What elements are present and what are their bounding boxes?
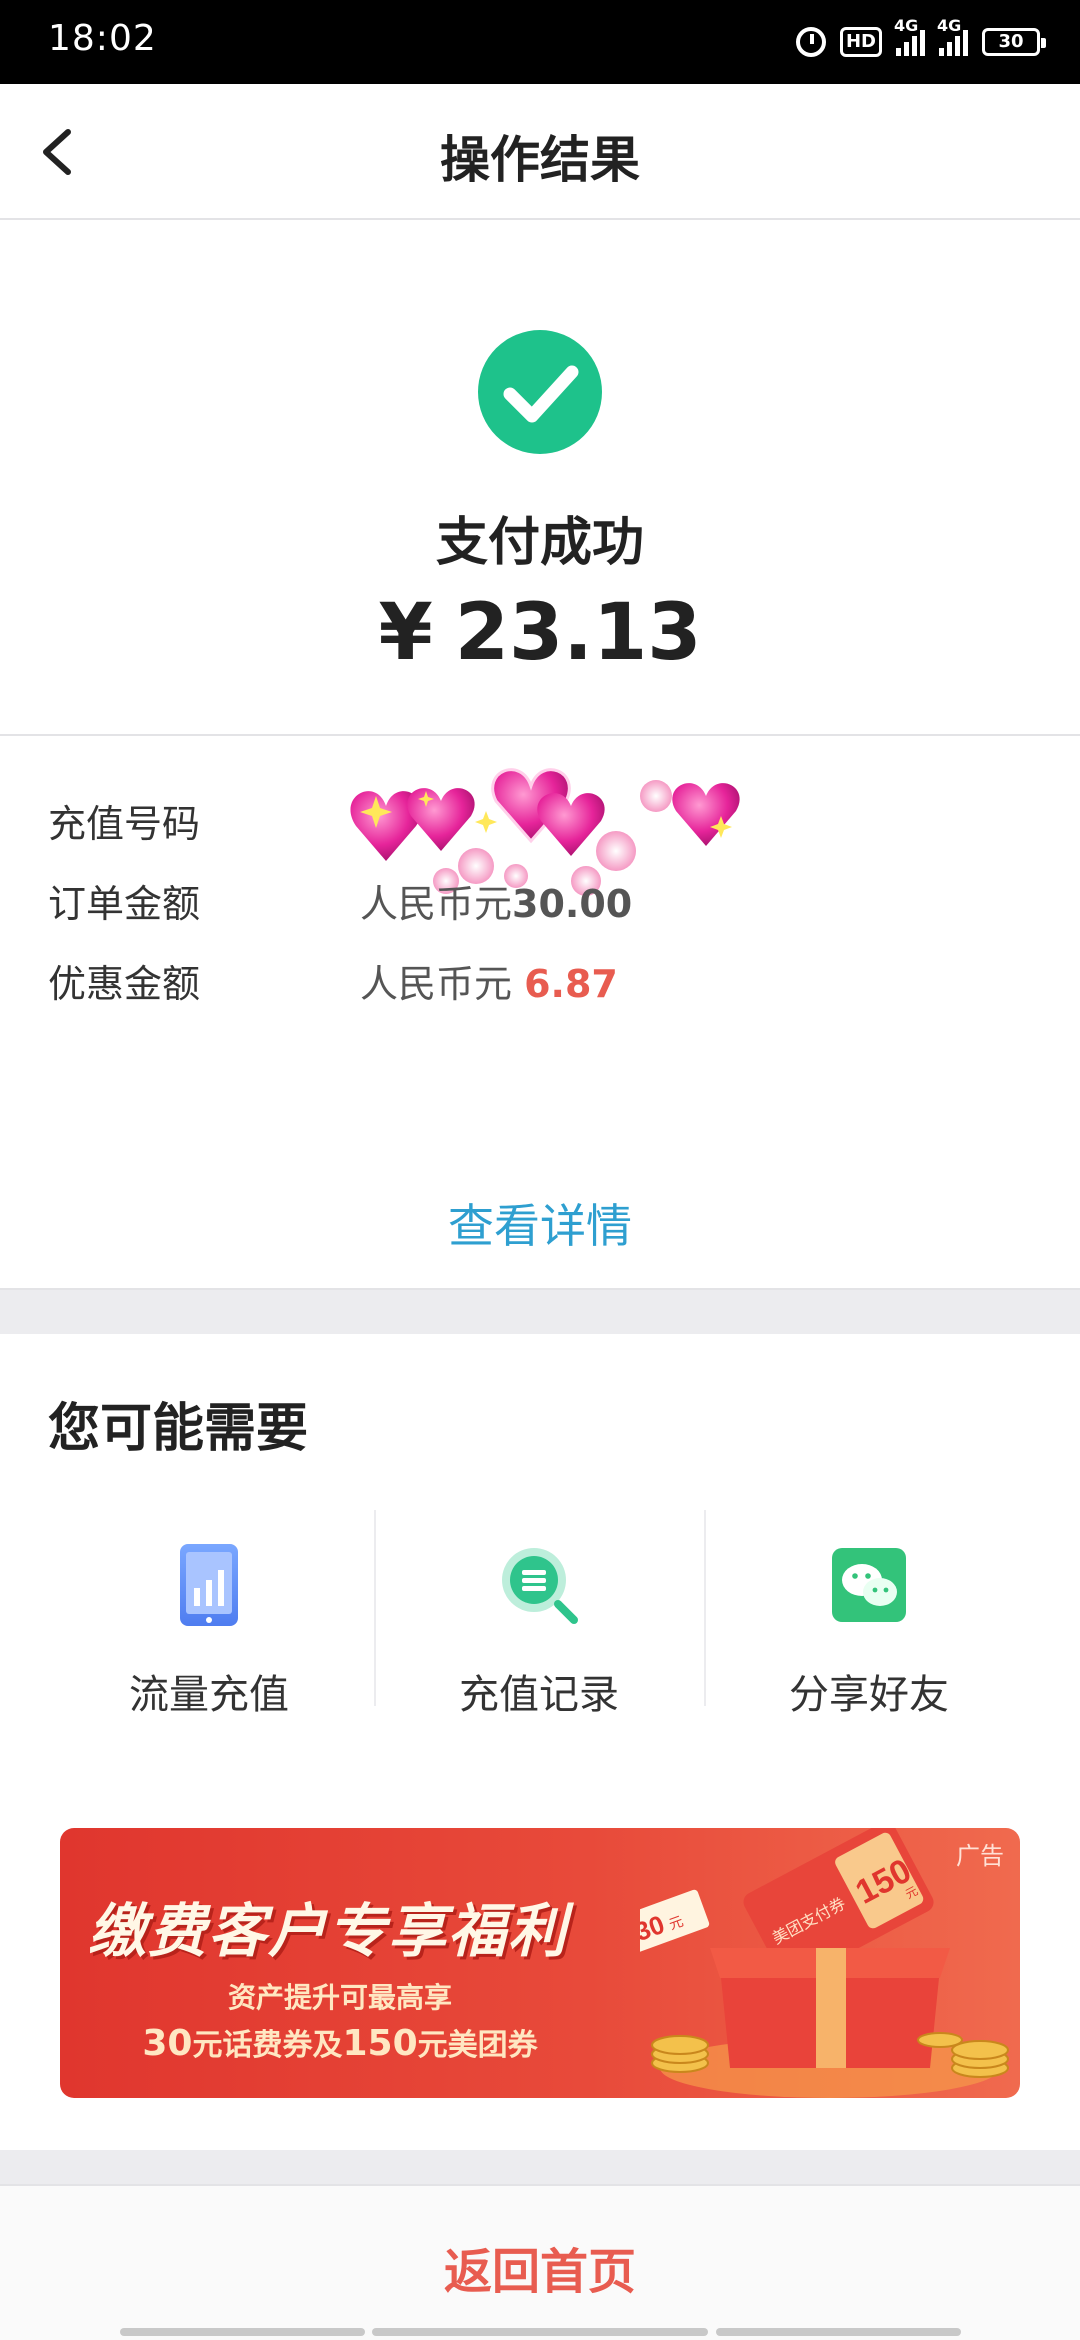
signal-4g-icon: 4G <box>894 16 925 56</box>
banner-number: 150 <box>342 2023 418 2064</box>
recommend-section: 您可能需要 流量充值 充值记录 分享好友 缴费客户专享福利 资产提升可最高享 3… <box>0 1334 1080 2150</box>
signal-label: 4G <box>937 16 962 35</box>
shortcut-data-topup[interactable]: 流量充值 <box>44 1542 374 1742</box>
banner-subline: 30元话费券及150元美团券 <box>60 2020 620 2064</box>
nav-gesture-bar <box>120 2328 365 2336</box>
page-title: 操作结果 <box>440 131 640 189</box>
return-home-button[interactable]: 返回首页 <box>0 2232 1080 2302</box>
signal-label: 4G <box>894 16 919 35</box>
view-details-link[interactable]: 查看详情 <box>0 1190 1080 1256</box>
shortcut-share-friends[interactable]: 分享好友 <box>704 1542 1034 1742</box>
shortcut-label: 流量充值 <box>129 1672 289 1718</box>
detail-label: 优惠金额 <box>48 961 201 1006</box>
detail-label: 充值号码 <box>48 801 201 846</box>
amount-value: 23.13 <box>454 588 702 678</box>
banner-number: 30 <box>142 2023 193 2064</box>
shortcut-topup-records[interactable]: 充值记录 <box>374 1542 704 1742</box>
signal-4g-icon: 4G <box>937 16 968 56</box>
section-title: 您可能需要 <box>48 1399 309 1459</box>
banner-text: 元话费券及 <box>192 2028 343 2063</box>
battery-icon: 30 <box>982 28 1046 56</box>
status-icons: HD 4G 4G 30 <box>795 16 1046 64</box>
data-usage-icon <box>180 1544 238 1626</box>
status-time: 18:02 <box>48 18 157 59</box>
banner-subline: 资产提升可最高享 <box>227 1981 452 2014</box>
currency-prefix: 人民币元 <box>360 881 513 926</box>
payment-result: 支付成功 ¥23.13 <box>0 222 1080 736</box>
nav-gesture-bar <box>372 2328 708 2336</box>
gift-box-illustration: 30 元 150 元 美团支付券 <box>640 1828 1009 2098</box>
check-circle-icon <box>478 330 602 454</box>
record-search-icon <box>502 1548 578 1624</box>
section-divider <box>0 1288 1080 1334</box>
hd-icon: HD <box>839 27 882 57</box>
payment-status-text: 支付成功 <box>435 513 644 573</box>
shortcut-label: 分享好友 <box>789 1672 949 1718</box>
section-divider <box>0 2150 1080 2184</box>
nav-gesture-bar <box>716 2328 961 2336</box>
currency-symbol: ¥ <box>378 588 433 678</box>
banner-headline: 缴费客户专享福利 <box>88 1897 569 1965</box>
status-bar: 18:02 HD 4G 4G 30 <box>0 0 1080 84</box>
detail-row-number: 充值号码 <box>48 790 360 850</box>
detail-row-discount: 优惠金额 人民币元 6.87 <box>48 950 618 1010</box>
detail-row-order-amount: 订单金额 人民币元30.00 <box>48 870 632 930</box>
banner-text: 元美团券 <box>417 2028 538 2063</box>
order-details: 充值号码 订单金额 人民币元30.00 优惠金额 人民币元 6.87 查看详情 <box>0 738 1080 1288</box>
detail-label: 订单金额 <box>48 881 201 926</box>
payment-amount: ¥23.13 <box>0 588 1080 678</box>
detail-value: 人民币元30.00 <box>360 873 632 928</box>
discount-amount-number: 6.87 <box>524 961 618 1006</box>
detail-value: 人民币元 6.87 <box>360 953 618 1008</box>
app-header: 操作结果 <box>0 84 1080 220</box>
bottom-bar: 返回首页 <box>0 2184 1080 2340</box>
alarm-icon <box>795 27 826 57</box>
wechat-icon <box>832 1548 906 1622</box>
order-amount-number: 30.00 <box>512 881 633 926</box>
currency-prefix: 人民币元 <box>360 961 525 1006</box>
promo-banner[interactable]: 缴费客户专享福利 资产提升可最高享 30元话费券及150元美团券 广告 30 元… <box>60 1828 1020 2098</box>
shortcut-label: 充值记录 <box>459 1672 619 1718</box>
